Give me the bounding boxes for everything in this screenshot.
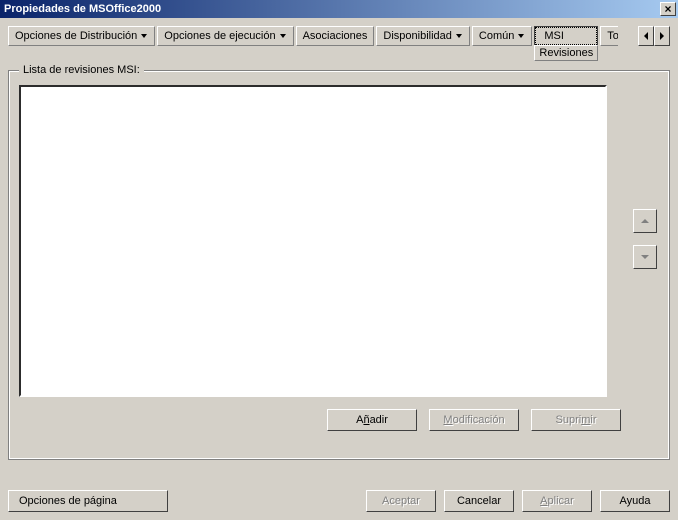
group-legend: Lista de revisiones MSI: <box>19 64 144 76</box>
title-bar: Propiedades de MSOffice2000 × <box>0 0 678 18</box>
button-label: Modificación <box>443 414 504 426</box>
tab-label: Opciones de ejecución <box>164 30 275 42</box>
arrow-right-icon <box>660 32 664 40</box>
close-button[interactable]: × <box>660 2 676 16</box>
chevron-down-icon <box>456 34 463 38</box>
tab-label: Opciones de Distribución <box>15 30 137 42</box>
subtab-revisiones[interactable]: Revisiones <box>534 45 598 61</box>
tab-label: Disponibilidad <box>383 30 452 42</box>
tab-label: Asociaciones <box>303 30 368 42</box>
client-area: Opciones de Distribución Opciones de eje… <box>0 18 678 520</box>
tab-msi-column: MSI Revisiones <box>534 26 598 62</box>
groupbox-revisiones: Lista de revisiones MSI: Añadir Modifica… <box>8 70 670 460</box>
arrow-up-icon <box>641 219 649 223</box>
page-options-button[interactable]: Opciones de página <box>8 490 168 512</box>
tab-label: Común <box>479 30 514 42</box>
modify-button[interactable]: Modificación <box>429 409 519 431</box>
button-label: Ayuda <box>620 495 651 507</box>
dialog-button-bar: Opciones de página Aceptar Cancelar Apli… <box>8 490 670 512</box>
tab-msi[interactable]: MSI <box>534 26 598 46</box>
add-button[interactable]: Añadir <box>327 409 417 431</box>
button-label: Aceptar <box>382 495 420 507</box>
tab-strip: Opciones de Distribución Opciones de eje… <box>8 26 670 62</box>
tab-content: Lista de revisiones MSI: Añadir Modifica… <box>8 70 670 480</box>
button-label: Suprimir <box>556 414 597 426</box>
tab-asociaciones[interactable]: Asociaciones <box>296 26 375 46</box>
tab-scroll-right[interactable] <box>654 26 670 46</box>
accept-button[interactable]: Aceptar <box>366 490 436 512</box>
help-button[interactable]: Ayuda <box>600 490 670 512</box>
revisions-list[interactable] <box>19 85 607 397</box>
reorder-buttons <box>633 209 657 269</box>
window-title: Propiedades de MSOffice2000 <box>4 3 660 15</box>
tab-comun[interactable]: Común <box>472 26 532 46</box>
button-label: Añadir <box>356 414 388 426</box>
move-up-button[interactable] <box>633 209 657 233</box>
tab-partial-to[interactable]: To <box>600 26 618 46</box>
delete-button[interactable]: Suprimir <box>531 409 621 431</box>
arrow-left-icon <box>644 32 648 40</box>
button-label: Opciones de página <box>19 495 117 507</box>
chevron-down-icon <box>280 34 287 38</box>
tab-distribucion[interactable]: Opciones de Distribución <box>8 26 155 46</box>
tab-ejecucion[interactable]: Opciones de ejecución <box>157 26 293 46</box>
button-label: Cancelar <box>457 495 501 507</box>
button-label: Aplicar <box>540 495 574 507</box>
subtab-label: Revisiones <box>539 47 593 59</box>
chevron-down-icon <box>518 34 525 38</box>
apply-button[interactable]: Aplicar <box>522 490 592 512</box>
tab-label: MSI <box>544 30 582 42</box>
chevron-down-icon <box>141 34 148 38</box>
tab-scroll-left[interactable] <box>638 26 654 46</box>
move-down-button[interactable] <box>633 245 657 269</box>
arrow-down-icon <box>641 255 649 259</box>
tab-label: To <box>607 30 618 42</box>
tab-scroll-buttons <box>638 26 670 62</box>
cancel-button[interactable]: Cancelar <box>444 490 514 512</box>
tab-disponibilidad[interactable]: Disponibilidad <box>376 26 470 46</box>
revision-buttons-row: Añadir Modificación Suprimir <box>19 409 659 431</box>
close-icon: × <box>664 3 671 15</box>
